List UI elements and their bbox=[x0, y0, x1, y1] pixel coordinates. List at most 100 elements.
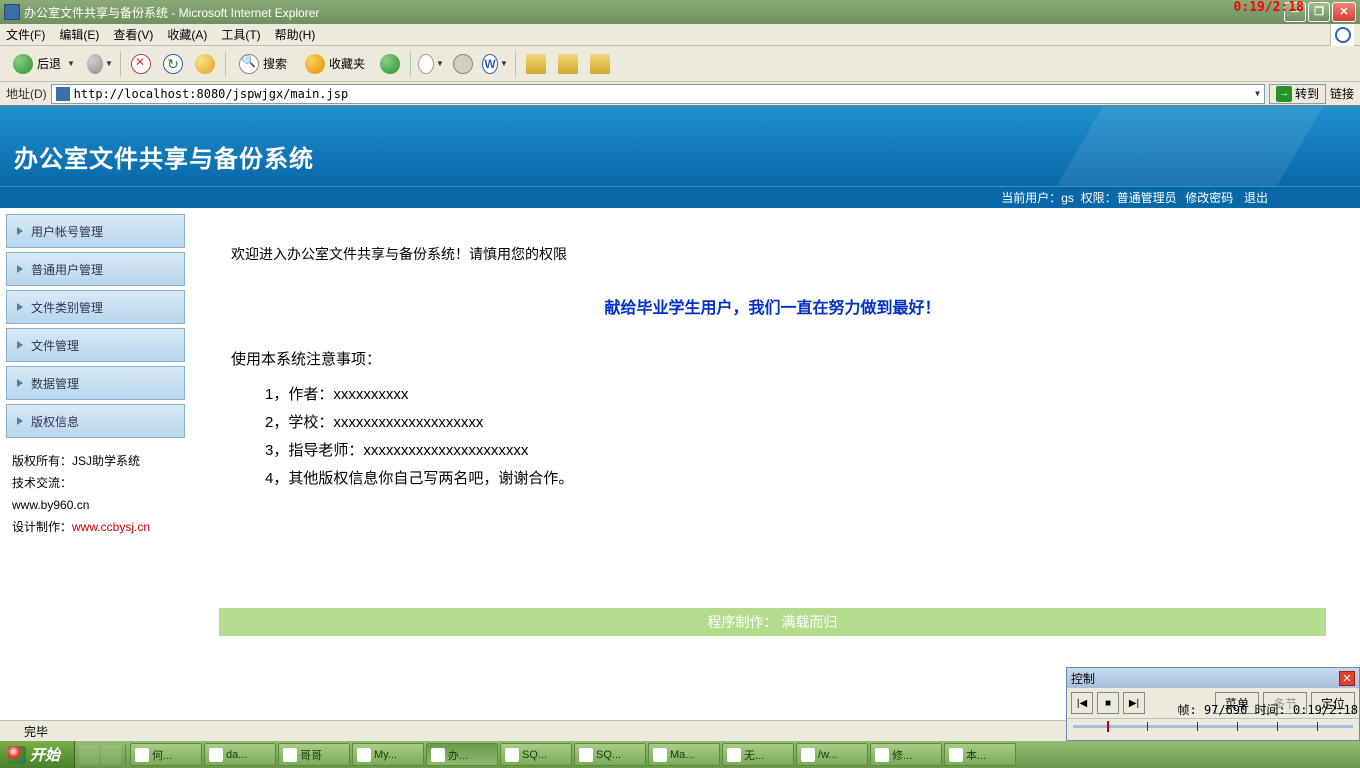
back-button[interactable]: 后退▼ bbox=[6, 50, 82, 78]
ql-icon[interactable] bbox=[101, 745, 121, 765]
task-button[interactable]: 办... bbox=[426, 743, 498, 766]
task-button[interactable]: 哥哥 bbox=[278, 743, 350, 766]
address-dropdown-icon[interactable]: ▼ bbox=[1255, 89, 1260, 98]
notice-list: 1，作者：xxxxxxxxxx 2，学校：xxxxxxxxxxxxxxxxxxx… bbox=[231, 381, 1314, 493]
history-button[interactable] bbox=[376, 50, 404, 78]
footer-strip: 程序制作： 满载而归 bbox=[219, 608, 1326, 636]
toolbar: 后退▼ ▼ ↻ 搜索 收藏夹 ▼ W▼ bbox=[0, 46, 1360, 82]
window-close-button[interactable]: ✕ bbox=[1332, 2, 1356, 22]
menu-edit[interactable]: 编辑(E) bbox=[59, 26, 99, 43]
chevron-right-icon bbox=[17, 265, 23, 273]
address-label: 地址(D) bbox=[6, 85, 47, 102]
perm-label: 权限： bbox=[1081, 191, 1117, 205]
folder3-button[interactable] bbox=[586, 50, 614, 78]
next-button[interactable]: ▶| bbox=[1123, 692, 1145, 714]
print-button[interactable] bbox=[449, 50, 477, 78]
window-title: 办公室文件共享与备份系统 - Microsoft Internet Explor… bbox=[24, 4, 319, 21]
task-button[interactable]: SQ... bbox=[500, 743, 572, 766]
sidebar-item-file-categories[interactable]: 文件类别管理 bbox=[6, 290, 185, 324]
sidebar-item-label: 普通用户管理 bbox=[31, 261, 103, 278]
go-button[interactable]: →转到 bbox=[1269, 84, 1326, 104]
sidebar-item-label: 文件类别管理 bbox=[31, 299, 103, 316]
notice-item: 2，学校：xxxxxxxxxxxxxxxxxxxx bbox=[265, 409, 1314, 437]
notice-item: 3，指导老师：xxxxxxxxxxxxxxxxxxxxxx bbox=[265, 437, 1314, 465]
timeline[interactable] bbox=[1067, 718, 1359, 740]
menu-favorites[interactable]: 收藏(A) bbox=[167, 26, 207, 43]
task-button[interactable]: Ma... bbox=[648, 743, 720, 766]
address-input[interactable]: http://localhost:8080/jspwjgx/main.jsp ▼ bbox=[51, 84, 1265, 104]
task-button[interactable]: da... bbox=[204, 743, 276, 766]
menu-bar: 文件(F) 编辑(E) 查看(V) 收藏(A) 工具(T) 帮助(H) bbox=[0, 24, 1360, 46]
task-button[interactable]: /w... bbox=[796, 743, 868, 766]
menu-tools[interactable]: 工具(T) bbox=[221, 26, 260, 43]
logout-link[interactable]: 退出 bbox=[1244, 191, 1268, 205]
folder1-button[interactable] bbox=[522, 50, 550, 78]
mail-button[interactable]: ▼ bbox=[417, 50, 445, 78]
page-viewport: 办公室文件共享与备份系统 当前用户：gs 权限：普通管理员 修改密码 退出 用户… bbox=[0, 106, 1360, 720]
stop-playback-button[interactable]: ■ bbox=[1097, 692, 1119, 714]
windows-logo-icon bbox=[8, 746, 26, 764]
sidebar-item-data[interactable]: 数据管理 bbox=[6, 366, 185, 400]
copyright-line: 技术交流： bbox=[12, 472, 179, 494]
links-label[interactable]: 链接 bbox=[1330, 85, 1354, 102]
stop-button[interactable] bbox=[127, 50, 155, 78]
user-bar: 当前用户：gs 权限：普通管理员 修改密码 退出 bbox=[0, 186, 1360, 208]
notice-item: 1，作者：xxxxxxxxxx bbox=[265, 381, 1314, 409]
menu-file[interactable]: 文件(F) bbox=[6, 26, 45, 43]
copyright-link[interactable]: www.by960.cn bbox=[12, 494, 179, 516]
sidebar-item-copyright[interactable]: 版权信息 bbox=[6, 404, 185, 438]
quick-launch bbox=[75, 745, 126, 765]
chevron-right-icon bbox=[17, 417, 23, 425]
task-button[interactable]: 修... bbox=[870, 743, 942, 766]
chevron-right-icon bbox=[17, 227, 23, 235]
forward-button[interactable]: ▼ bbox=[86, 50, 114, 78]
address-bar: 地址(D) http://localhost:8080/jspwjgx/main… bbox=[0, 82, 1360, 106]
edit-button[interactable]: W▼ bbox=[481, 50, 509, 78]
chevron-right-icon bbox=[17, 379, 23, 387]
sidebar-item-files[interactable]: 文件管理 bbox=[6, 328, 185, 362]
notice-title: 使用本系统注意事项： bbox=[231, 348, 1314, 369]
control-titlebar[interactable]: 控制 ✕ bbox=[1067, 668, 1359, 688]
change-password-link[interactable]: 修改密码 bbox=[1185, 191, 1233, 205]
windows-taskbar: 开始 何... da... 哥哥 My... 办... SQ... SQ... … bbox=[0, 741, 1360, 768]
ie-logo-icon bbox=[1330, 24, 1354, 46]
sidebar-item-label: 文件管理 bbox=[31, 337, 79, 354]
task-button[interactable]: SQ... bbox=[574, 743, 646, 766]
start-button[interactable]: 开始 bbox=[0, 741, 75, 768]
ql-icon[interactable] bbox=[79, 745, 99, 765]
dedication-text: 献给毕业学生用户，我们一直在努力做到最好！ bbox=[231, 294, 1314, 318]
menu-help[interactable]: 帮助(H) bbox=[275, 26, 316, 43]
recording-timecode: 0:19/2:18 bbox=[1234, 0, 1304, 15]
copyright-line: 设计制作： bbox=[12, 520, 72, 534]
control-close-button[interactable]: ✕ bbox=[1339, 671, 1355, 686]
sidebar-item-normal-users[interactable]: 普通用户管理 bbox=[6, 252, 185, 286]
task-button[interactable]: My... bbox=[352, 743, 424, 766]
copyright-box: 版权所有：JSJ助学系统 技术交流： www.by960.cn 设计制作：www… bbox=[6, 442, 185, 546]
search-button[interactable]: 搜索 bbox=[232, 50, 294, 78]
current-user-label: 当前用户： bbox=[1001, 191, 1061, 205]
favorites-button[interactable]: 收藏夹 bbox=[298, 50, 372, 78]
task-button[interactable]: 无... bbox=[722, 743, 794, 766]
app-title: 办公室文件共享与备份系统 bbox=[14, 139, 314, 174]
address-url: http://localhost:8080/jspwjgx/main.jsp bbox=[74, 87, 349, 101]
perm-value: 普通管理员 bbox=[1117, 191, 1177, 205]
sidebar-item-label: 数据管理 bbox=[31, 375, 79, 392]
folder2-button[interactable] bbox=[554, 50, 582, 78]
notice-item: 4，其他版权信息你自己写两名吧，谢谢合作。 bbox=[265, 465, 1314, 493]
sidebar-item-label: 用户帐号管理 bbox=[31, 223, 103, 240]
design-link[interactable]: www.ccbysj.cn bbox=[72, 520, 150, 534]
window-maximize-button[interactable]: ❐ bbox=[1308, 2, 1330, 22]
frame-info: 帧: 97/690 时间: 0:19/2:18 bbox=[1178, 701, 1359, 718]
sidebar: 用户帐号管理 普通用户管理 文件类别管理 文件管理 数据管理 版权信息 版权所有… bbox=[0, 208, 185, 720]
home-button[interactable] bbox=[191, 50, 219, 78]
refresh-button[interactable]: ↻ bbox=[159, 50, 187, 78]
task-button[interactable]: 何... bbox=[130, 743, 202, 766]
window-titlebar: 办公室文件共享与备份系统 - Microsoft Internet Explor… bbox=[0, 0, 1360, 24]
task-button[interactable]: 本... bbox=[944, 743, 1016, 766]
chevron-right-icon bbox=[17, 303, 23, 311]
chevron-right-icon bbox=[17, 341, 23, 349]
menu-view[interactable]: 查看(V) bbox=[113, 26, 153, 43]
prev-button[interactable]: |◀ bbox=[1071, 692, 1093, 714]
sidebar-item-users[interactable]: 用户帐号管理 bbox=[6, 214, 185, 248]
sidebar-item-label: 版权信息 bbox=[31, 413, 79, 430]
